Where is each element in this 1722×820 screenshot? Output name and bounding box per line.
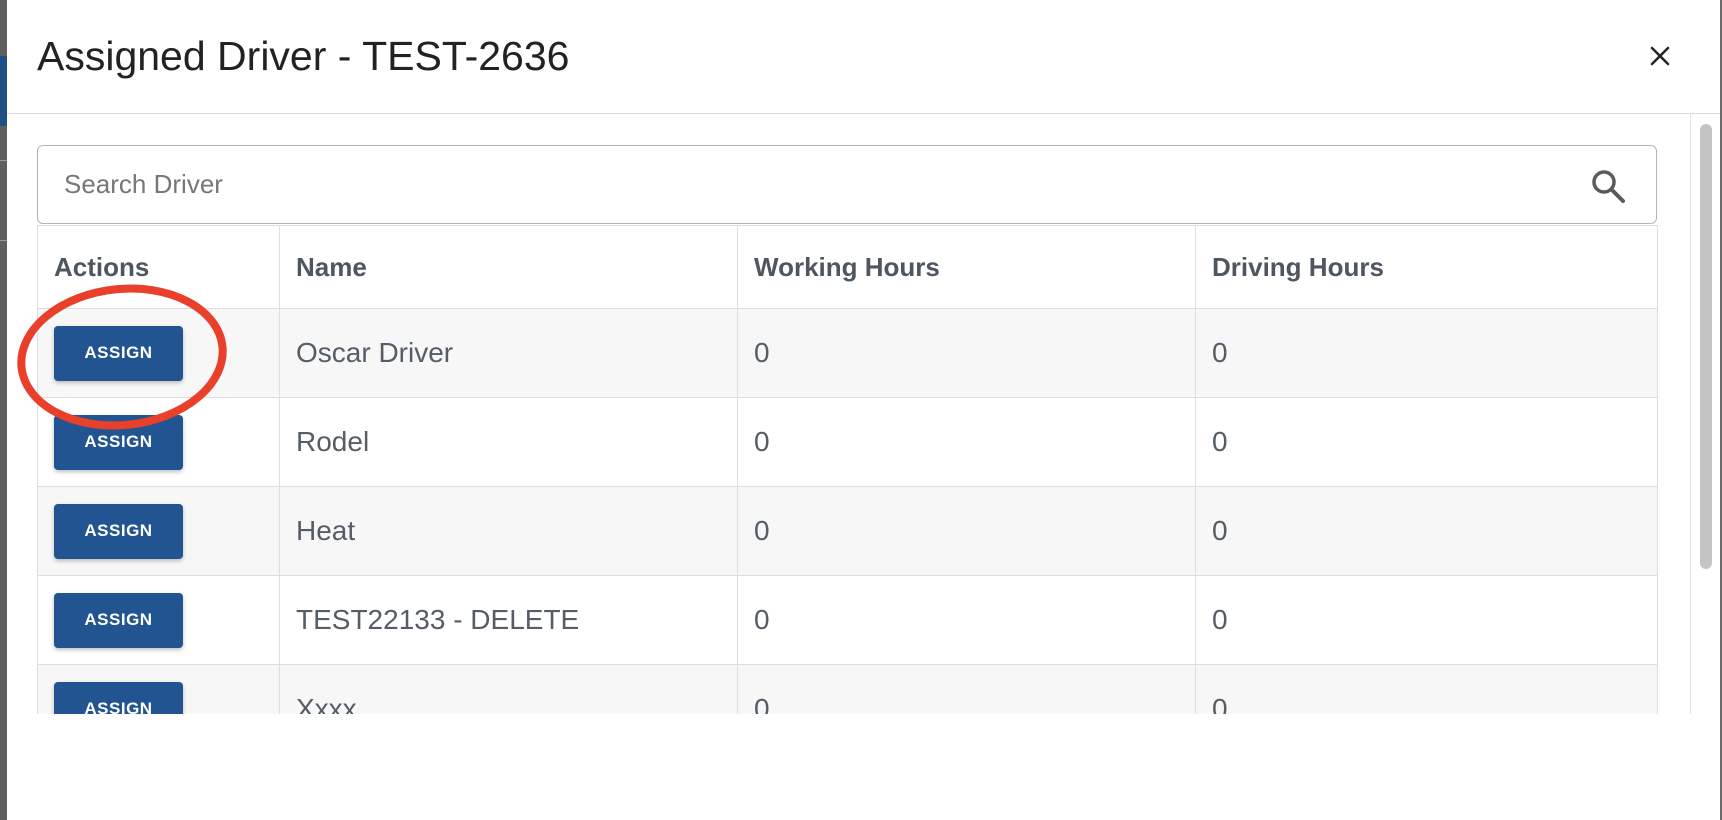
driving-hours-cell: 0 [1195,664,1658,714]
table-row: ASSIGN Xxxx 0 0 [37,664,1658,714]
search-icon[interactable] [1588,166,1628,206]
driving-hours-cell: 0 [1195,486,1658,576]
column-header-working-hours[interactable]: Working Hours [737,225,1196,309]
working-hours-cell: 0 [737,486,1196,576]
driving-hours-cell: 0 [1195,308,1658,398]
assign-button[interactable]: ASSIGN [54,414,183,470]
table-row: ASSIGN Rodel 0 0 [37,397,1658,487]
drivers-table-container: Actions Name Working Hours Driving Hours… [37,225,1658,714]
working-hours-cell: 0 [737,308,1196,398]
driver-name-cell: Heat [279,486,738,576]
assign-driver-modal: Assigned Driver - TEST-2636 Search Drive… [7,0,1720,820]
table-row: ASSIGN Heat 0 0 [37,486,1658,576]
driving-hours-cell: 0 [1195,575,1658,665]
table-row: ASSIGN Oscar Driver 0 0 [37,308,1658,398]
assign-button[interactable]: ASSIGN [54,592,183,648]
table-header-row: Actions Name Working Hours Driving Hours [37,225,1658,309]
actions-cell: ASSIGN [37,308,280,398]
modal-title: Assigned Driver - TEST-2636 [37,33,570,79]
driving-hours-cell: 0 [1195,397,1658,487]
close-button[interactable] [1640,36,1680,76]
modal-body: Actions Name Working Hours Driving Hours… [7,114,1720,714]
working-hours-cell: 0 [737,397,1196,487]
column-header-driving-hours[interactable]: Driving Hours [1195,225,1658,309]
actions-cell: ASSIGN [37,397,280,487]
driver-name-cell: Oscar Driver [279,308,738,398]
search-field [37,145,1657,224]
driver-name-cell: Rodel [279,397,738,487]
actions-cell: ASSIGN [37,486,280,576]
assign-button[interactable]: ASSIGN [54,681,183,714]
column-header-actions: Actions [37,225,280,309]
column-header-name[interactable]: Name [279,225,738,309]
table-row: ASSIGN TEST22133 - DELETE 0 0 [37,575,1658,665]
drivers-table: Actions Name Working Hours Driving Hours… [37,225,1658,714]
close-icon [1650,46,1670,66]
working-hours-cell: 0 [737,664,1196,714]
assign-button[interactable]: ASSIGN [54,325,183,381]
modal-footer [7,714,1720,820]
driver-name-cell: Xxxx [279,664,738,714]
actions-cell: ASSIGN [37,664,280,714]
modal-header: Assigned Driver - TEST-2636 [7,0,1720,114]
working-hours-cell: 0 [737,575,1196,665]
scrollbar-thumb[interactable] [1700,124,1712,569]
assign-button[interactable]: ASSIGN [54,503,183,559]
actions-cell: ASSIGN [37,575,280,665]
driver-name-cell: TEST22133 - DELETE [279,575,738,665]
search-input[interactable] [38,146,1558,222]
modal-scrollbar[interactable] [1690,114,1720,714]
